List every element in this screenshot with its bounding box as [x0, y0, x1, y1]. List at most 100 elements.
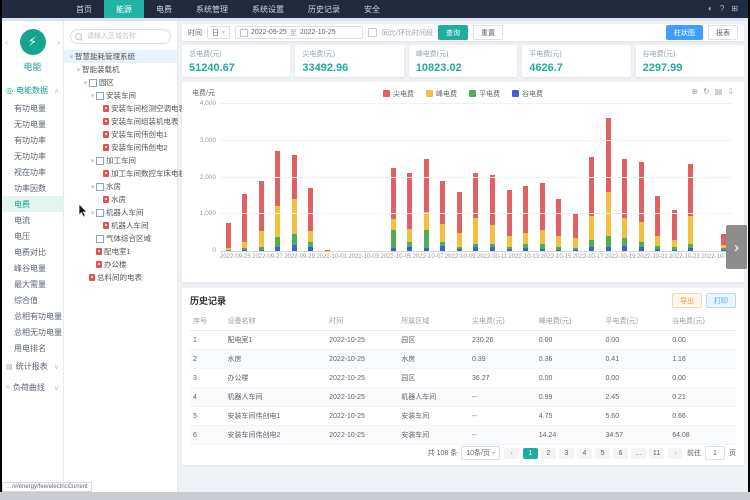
sidebar-item-无功电量[interactable]: 无功电量 [2, 116, 63, 132]
sidebar-item-电费[interactable]: 电费 [2, 196, 63, 212]
tree-node-配电室1[interactable]: 配电室1 [64, 245, 177, 258]
nav-tab-安全[interactable]: 安全 [352, 0, 392, 18]
sidebar-item-总相无功电量[interactable]: 总相无功电量 [2, 324, 63, 340]
legend-item-峰电费[interactable]: 峰电费 [426, 89, 457, 99]
sidebar-item-功率因数[interactable]: 功率因数 [2, 180, 63, 196]
sidebar-item-有功电量[interactable]: 有功电量 [2, 100, 63, 116]
sidebar-item-综合值[interactable]: 综合值 [2, 292, 63, 308]
tree-node-机器人车间[interactable]: 机器人车间 [64, 219, 177, 232]
sidebar-item-电费对比[interactable]: 电费对比 [2, 244, 63, 260]
bar-segment-谷电费 [688, 248, 693, 251]
bar-chart-view-button[interactable]: 柱状图 [666, 25, 703, 40]
tree-node-安装车间组装机电表[interactable]: 安装车间组装机电表 [64, 115, 177, 128]
bar-segment-平电费 [391, 230, 396, 249]
sidebar-item-无功功率[interactable]: 无功功率 [2, 148, 63, 164]
tree-node-加工车间[interactable]: ▾加工车间 [64, 154, 177, 167]
theme-icon[interactable]: ◐ [708, 5, 713, 13]
caret-icon[interactable]: ▾ [89, 92, 96, 100]
page-button-11[interactable]: 11 [649, 448, 664, 459]
sidebar-item-视在功率[interactable]: 视在功率 [2, 164, 63, 180]
nav-tab-电费[interactable]: 电费 [144, 0, 184, 18]
page-button-4[interactable]: 4 [577, 448, 592, 459]
bar-segment-尖电费 [490, 175, 495, 225]
sidebar-item-总相有功电量[interactable]: 总相有功电量 [2, 308, 63, 324]
nav-tab-首页[interactable]: 首页 [64, 0, 104, 18]
goto-page-input[interactable] [705, 446, 725, 460]
sidebar-item-最大需量[interactable]: 最大需量 [2, 276, 63, 292]
tree-search[interactable] [70, 29, 171, 44]
page-button-6[interactable]: 6 [613, 448, 628, 459]
caret-icon[interactable]: ▾ [75, 66, 82, 74]
apps-icon[interactable]: ⊞ [731, 5, 738, 13]
tree-node-总料间的电表[interactable]: 总料间的电表 [64, 271, 177, 284]
date-range-picker[interactable]: 2022-09-25 至 2022-10-25 [235, 26, 363, 39]
sidebar-item-电压[interactable]: 电压 [2, 228, 63, 244]
sidebar-section-负荷曲线[interactable]: ≈负荷曲线∨ [2, 377, 63, 398]
tree-node-气体综合区域[interactable]: 气体综合区域 [64, 232, 177, 245]
data-zoom-icon[interactable]: ⊕ [691, 87, 698, 96]
bar-slot-2022-10-24 [699, 104, 716, 251]
table-cell: 5.60 [602, 407, 669, 426]
plot-area: 01,0002,0003,0004,000 [220, 104, 732, 252]
page-size-select[interactable]: 10条/页▾ [461, 446, 500, 460]
tree-node-安装车间[interactable]: ▾安装车间 [64, 89, 177, 102]
legend-swatch [512, 90, 519, 97]
tree-node-安装车间检测空调电表[interactable]: 安装车间检测空调电表 [64, 102, 177, 115]
tree-node-安装车间伟创电1[interactable]: 安装车间伟创电1 [64, 128, 177, 141]
table-cell: 34.57 [602, 426, 669, 445]
page-button-3[interactable]: 3 [559, 448, 574, 459]
sidebar-item-有功功率[interactable]: 有功功率 [2, 132, 63, 148]
sidebar-section-统计报表[interactable]: ▤统计报表∨ [2, 356, 63, 377]
reset-button[interactable]: 重置 [473, 25, 503, 40]
caret-icon[interactable]: ▾ [68, 53, 75, 61]
legend-item-谷电费[interactable]: 谷电费 [512, 89, 543, 99]
restore-icon[interactable]: ↻ [703, 87, 710, 96]
nav-tab-系统设置[interactable]: 系统设置 [240, 0, 296, 18]
page-button-2[interactable]: 2 [541, 448, 556, 459]
bar-segment-平电费 [622, 238, 627, 245]
prev-page-button[interactable]: ‹ [504, 448, 519, 459]
page-button-1[interactable]: 1 [523, 448, 538, 459]
tree-node-水房[interactable]: ▾水房 [64, 180, 177, 193]
tree-node-安装车间伟创电2[interactable]: 安装车间伟创电2 [64, 141, 177, 154]
page-button-5[interactable]: 5 [595, 448, 610, 459]
print-button[interactable]: 打印 [706, 293, 736, 308]
search-button[interactable]: 查询 [438, 25, 468, 40]
tree-node-智能装载机[interactable]: ▾智能装载机 [64, 63, 177, 76]
nav-tab-系统管理[interactable]: 系统管理 [184, 0, 240, 18]
report-view-button[interactable]: 报表 [708, 25, 738, 40]
tree-node-加工车间数控车床电机[interactable]: 加工车间数控车床电机 [64, 167, 177, 180]
collapse-right-icon[interactable]: › [57, 37, 60, 47]
tree-node-办公楼[interactable]: 办公楼 [64, 258, 177, 271]
next-page-button[interactable]: › [668, 448, 683, 459]
bar-segment-尖电费 [391, 168, 396, 219]
sidebar-item-电流[interactable]: 电流 [2, 212, 63, 228]
caret-icon[interactable]: ▾ [89, 157, 96, 165]
y-tick-label: 4,000 [200, 100, 216, 107]
save-image-icon[interactable]: ⇩ [727, 87, 734, 96]
table-col-尖电费(元): 尖电费(元) [469, 312, 536, 331]
help-icon[interactable]: ? [720, 5, 724, 13]
nav-tab-历史记录[interactable]: 历史记录 [296, 0, 352, 18]
export-button[interactable]: 导出 [672, 293, 702, 308]
legend-item-平电费[interactable]: 平电费 [469, 89, 500, 99]
collapse-left-icon[interactable]: ‹ [5, 37, 8, 47]
carousel-next-button[interactable]: › [726, 225, 747, 269]
nav-tab-能源[interactable]: 能源 [104, 0, 144, 18]
compare-checkbox[interactable] [368, 28, 377, 37]
stacked-bar [507, 190, 512, 251]
sidebar-section-energy-data[interactable]: ◎ 电能数据 ∧ [2, 81, 63, 100]
bar-segment-谷电费 [457, 249, 462, 251]
sidebar-item-用电排名[interactable]: 用电排名 [2, 340, 63, 356]
data-view-icon[interactable]: ▤ [715, 87, 723, 96]
caret-icon[interactable]: ▾ [82, 79, 89, 87]
energy-module-icon[interactable]: ⚡ [20, 29, 46, 55]
tree-node-智慧能耗管理系统[interactable]: ▾智慧能耗管理系统 [64, 50, 177, 63]
caret-icon[interactable]: ▾ [89, 183, 96, 191]
legend-item-尖电费[interactable]: 尖电费 [383, 89, 414, 99]
caret-icon[interactable]: ▾ [89, 209, 96, 217]
tree-search-input[interactable] [85, 32, 166, 41]
tree-node-园区[interactable]: ▾园区 [64, 76, 177, 89]
sidebar-item-峰谷电量[interactable]: 峰谷电量 [2, 260, 63, 276]
granularity-select[interactable]: 日▾ [207, 26, 230, 39]
